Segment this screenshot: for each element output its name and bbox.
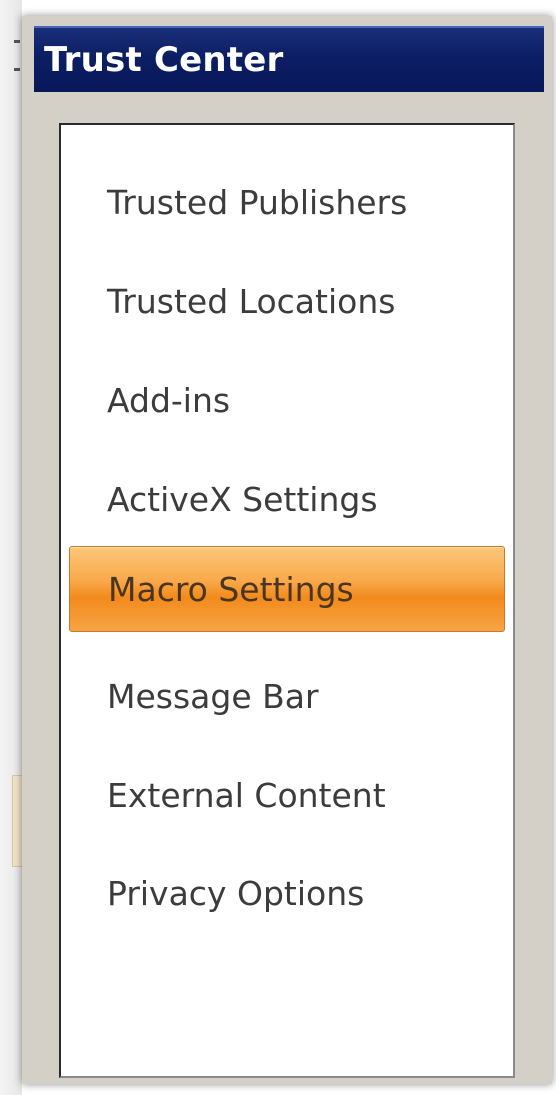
nav-item-trusted-locations[interactable]: Trusted Locations bbox=[69, 258, 505, 344]
nav-item-add-ins[interactable]: Add-ins bbox=[69, 357, 505, 443]
trust-center-nav-panel: Trusted Publishers Trusted Locations Add… bbox=[59, 123, 515, 1078]
nav-item-activex-settings[interactable]: ActiveX Settings bbox=[69, 456, 505, 542]
background-mark bbox=[14, 68, 20, 71]
nav-item-external-content[interactable]: External Content bbox=[69, 752, 505, 838]
nav-item-privacy-options[interactable]: Privacy Options bbox=[69, 850, 505, 936]
nav-item-macro-settings[interactable]: Macro Settings bbox=[69, 546, 505, 632]
trust-center-dialog: Trust Center Trusted Publishers Trusted … bbox=[22, 16, 552, 1084]
background-mark bbox=[14, 40, 20, 43]
background-window-edge bbox=[0, 0, 22, 1095]
dialog-title-bar[interactable]: Trust Center bbox=[34, 26, 544, 92]
nav-item-message-bar[interactable]: Message Bar bbox=[69, 653, 505, 739]
nav-item-trusted-publishers[interactable]: Trusted Publishers bbox=[69, 159, 505, 245]
dialog-title: Trust Center bbox=[44, 40, 284, 80]
